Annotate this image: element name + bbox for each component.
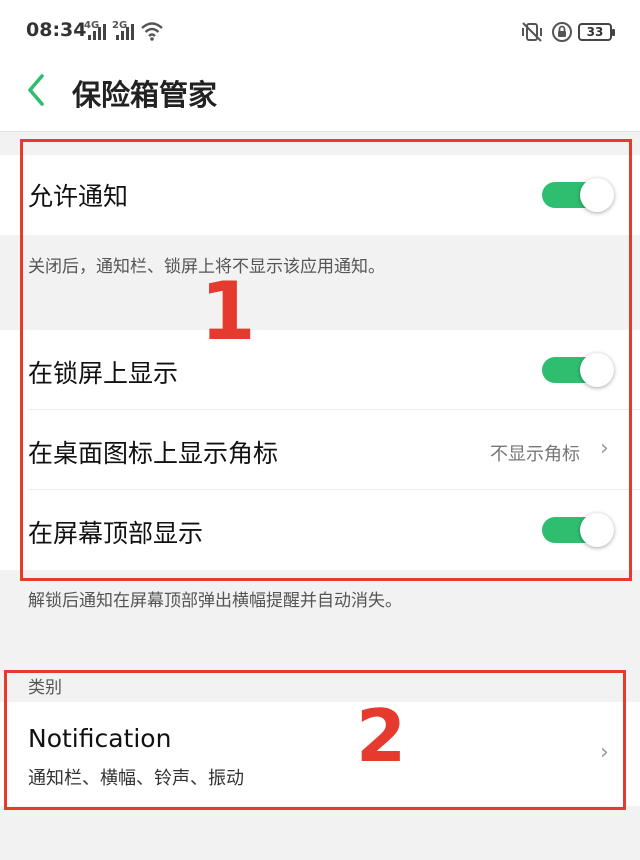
vibrate-silent-icon <box>522 22 542 42</box>
signal-icon <box>88 24 106 40</box>
top-display-hint: 解锁后通知在屏幕顶部弹出横幅提醒并自动消失。 <box>28 591 402 611</box>
back-chevron-icon[interactable] <box>22 72 54 108</box>
annotation-number-1: 1 <box>200 265 256 358</box>
annotation-number-2: 2 <box>356 694 407 778</box>
page-title: 保险箱管家 <box>72 78 218 112</box>
alarm-lock-icon <box>552 22 572 42</box>
battery-icon: 33 <box>578 23 615 41</box>
wifi-icon <box>141 22 163 41</box>
annotation-box-1 <box>20 139 632 581</box>
annotation-box-2 <box>4 670 626 810</box>
signal-icon-2 <box>116 24 134 40</box>
status-time: 08:34 <box>26 19 87 41</box>
